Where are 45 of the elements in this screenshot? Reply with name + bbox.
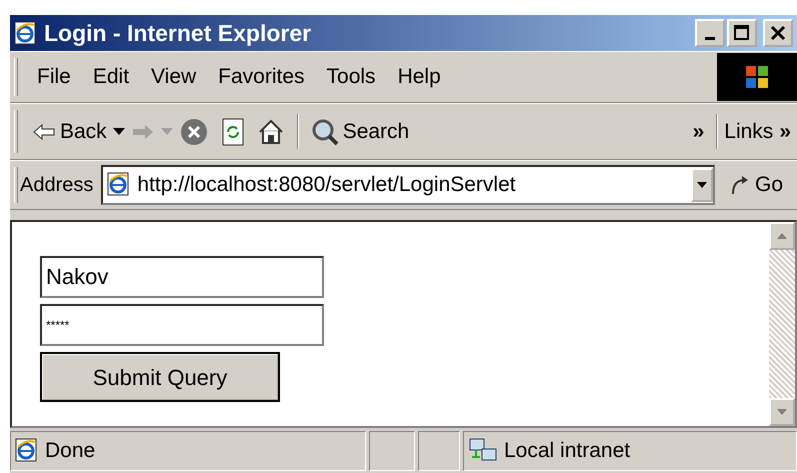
windows-logo-icon — [717, 53, 797, 101]
more-button[interactable]: » — [686, 116, 710, 148]
close-icon — [770, 25, 786, 41]
links-label: Links — [724, 118, 774, 145]
address-field[interactable]: http://localhost:8080/servlet/LoginServlet — [101, 165, 715, 205]
address-label: Address — [20, 173, 94, 198]
caret-icon — [696, 182, 707, 188]
menu-item[interactable]: Edit — [82, 61, 140, 93]
minimize-icon — [705, 36, 715, 40]
dropdown-button[interactable] — [690, 168, 713, 202]
back-button[interactable]: Back — [26, 116, 113, 148]
go-button[interactable]: Go — [714, 169, 797, 201]
zone-text: Local intranet — [504, 438, 630, 464]
status-pane — [369, 431, 415, 471]
status-text: Done — [45, 438, 96, 464]
scroll-up-button[interactable] — [769, 222, 795, 250]
minimize-button[interactable] — [695, 19, 725, 47]
menu-item[interactable]: Help — [386, 61, 452, 93]
maximize-icon — [734, 25, 750, 41]
password-field[interactable]: ***** — [40, 304, 324, 346]
refresh-icon[interactable] — [220, 118, 245, 146]
search-button[interactable]: Search — [304, 116, 416, 148]
stop-icon[interactable] — [178, 116, 209, 146]
status-pane — [418, 431, 460, 471]
right-arrow-icon — [130, 122, 155, 140]
close-button[interactable] — [763, 19, 793, 47]
page-icon — [107, 172, 132, 198]
caret-icon[interactable] — [112, 128, 125, 136]
window-title: Login - Internet Explorer — [44, 18, 312, 48]
menu-item[interactable]: View — [140, 61, 208, 93]
up-arrow-icon — [777, 233, 787, 239]
menu-item[interactable]: Favorites — [207, 61, 316, 93]
maximize-button[interactable] — [727, 19, 757, 47]
home-icon[interactable] — [256, 118, 285, 146]
menu-item[interactable]: File — [26, 61, 82, 93]
down-arrow-icon — [777, 409, 787, 415]
menu-item[interactable]: Tools — [316, 61, 387, 93]
search-icon — [310, 118, 339, 146]
scroll-down-button[interactable] — [769, 398, 795, 426]
page-icon — [15, 438, 39, 464]
browser-icon — [14, 21, 38, 45]
text-field[interactable]: Nakov — [40, 256, 324, 298]
left-arrow-icon — [32, 122, 56, 140]
more-button[interactable]: » — [773, 116, 797, 148]
submit-button[interactable]: Submit Query — [40, 352, 280, 402]
